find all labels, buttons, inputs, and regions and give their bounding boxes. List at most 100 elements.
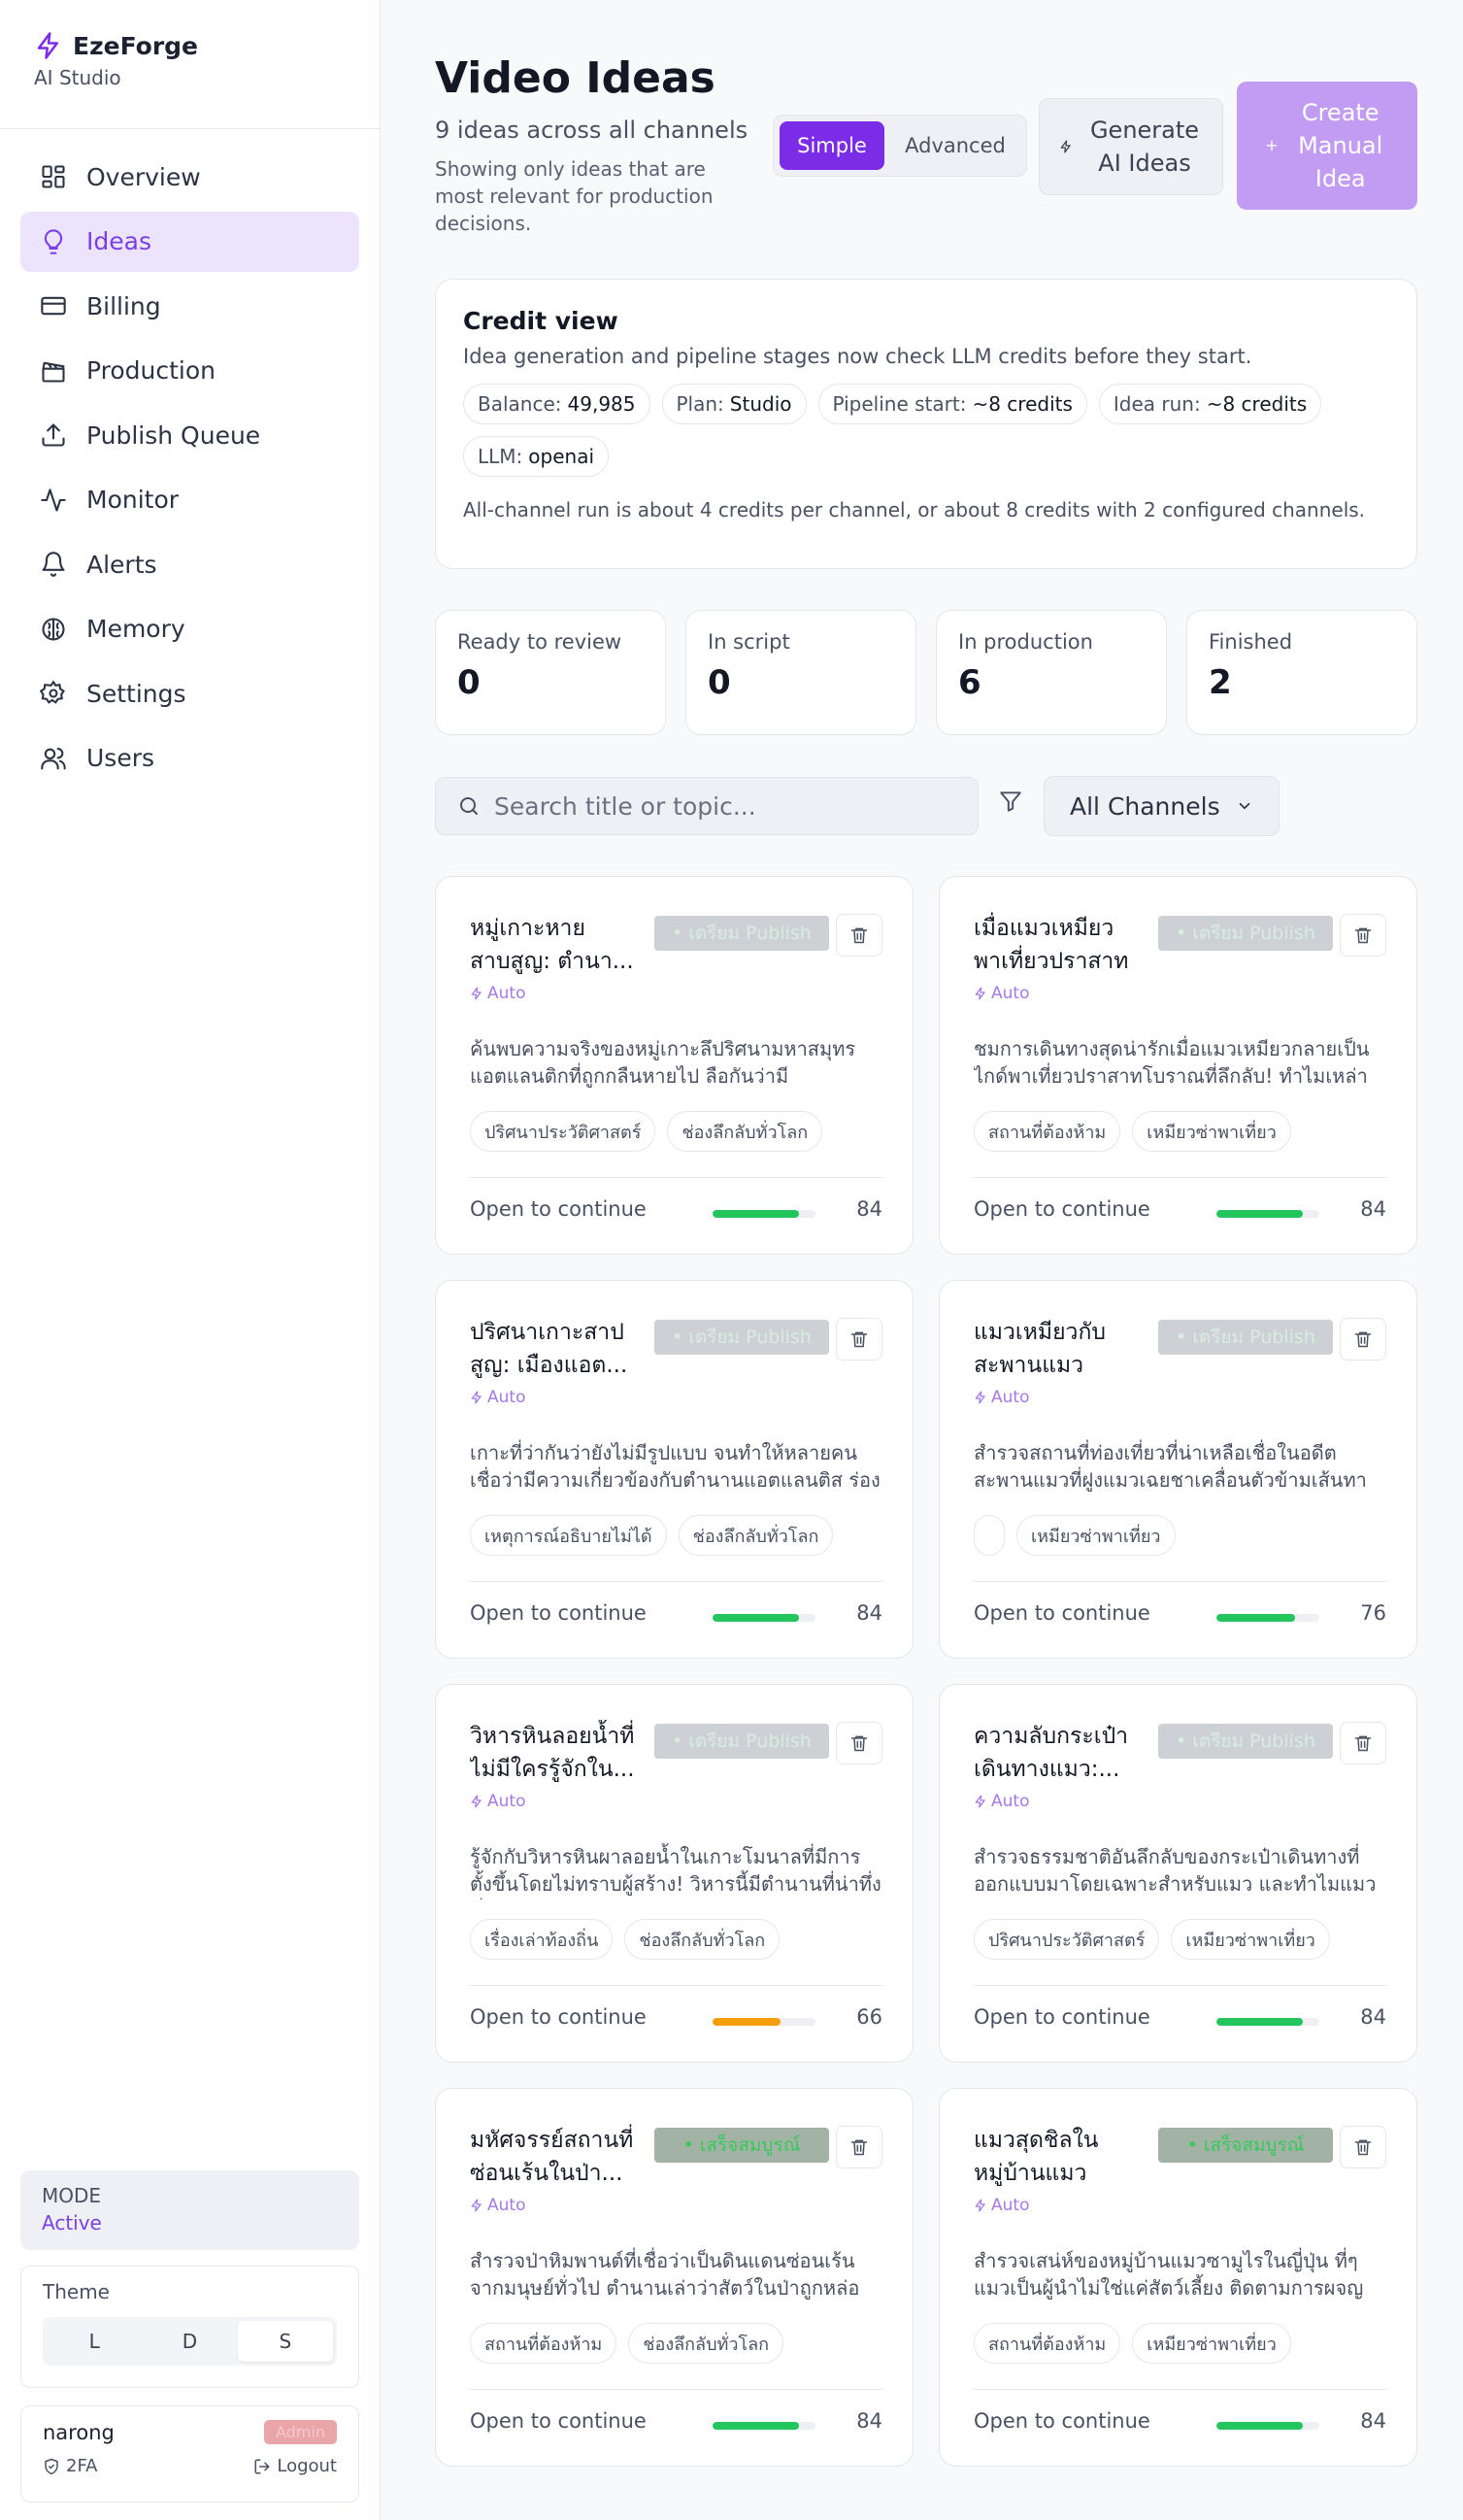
idea-description: สำรวจธรรมชาติอันลึกลับของกระเป๋าเดินทางท… (974, 1845, 1377, 1896)
sidebar-item-users[interactable]: Users (20, 728, 359, 789)
idea-card[interactable]: ความลับกระเป๋าเดินทางแมว:... • เตรียม Pu… (939, 1684, 1417, 2063)
topic-tag[interactable]: ช่องลึกลับทั่วโลก (678, 1515, 834, 1556)
open-to-continue-link[interactable]: Open to continue (974, 2005, 1150, 2029)
tag-list: เหมียวซ่าพาเที่ยว (974, 1515, 1176, 1556)
topic-tag[interactable]: เรื่องเล่าท้องถิ่น (470, 1919, 614, 1960)
llm-chip: LLM: openai (463, 436, 610, 477)
sidebar-item-memory[interactable]: Memory (20, 599, 359, 659)
idea-card[interactable]: หมู่เกาะหาย สาบสูญ: ตำนา... • เตรียม Pub… (435, 876, 914, 1255)
simple-mode-button[interactable]: Simple (780, 121, 884, 170)
sidebar-item-ideas[interactable]: Ideas (20, 211, 359, 272)
open-to-continue-link[interactable]: Open to continue (974, 2409, 1150, 2433)
shield-check-icon (45, 2458, 58, 2474)
chip-value: 49,985 (567, 392, 636, 416)
page-title: Video Ideas (435, 53, 715, 103)
generate-ai-ideas-button[interactable]: Generate AI Ideas (1039, 98, 1223, 195)
topic-tag[interactable]: สถานที่ต้องห้าม (974, 2323, 1121, 2364)
topic-tag[interactable]: เหมียวซ่าพาเที่ยว (1132, 2323, 1291, 2364)
search-placeholder: Search title or topic... (494, 791, 756, 821)
auto-label: Auto (470, 1388, 525, 1407)
idea-card[interactable]: วิหารหินลอยน้ำที่ไม่มีใครรู้จักใน... • เ… (435, 1684, 914, 2063)
topic-tag[interactable] (974, 1515, 1005, 1556)
sidebar-item-alerts[interactable]: Alerts (20, 534, 359, 594)
topic-tag[interactable]: ช่องลึกลับทั่วโลก (628, 2323, 784, 2364)
twofa-label: 2FA (66, 2456, 98, 2476)
sidebar-item-label: Overview (86, 162, 201, 191)
status-badge: • เตรียม Publish (1158, 1320, 1333, 1355)
grid-icon (42, 165, 65, 188)
delete-button[interactable] (836, 1318, 882, 1361)
open-to-continue-link[interactable]: Open to continue (974, 1197, 1150, 1221)
delete-button[interactable] (1340, 2126, 1386, 2168)
open-to-continue-link[interactable]: Open to continue (470, 1197, 647, 1221)
idea-card[interactable]: เมื่อแมวเหมียวพาเที่ยวปราสาทม... • เตรีย… (939, 876, 1417, 1255)
idea-card[interactable]: แมวเหมียวกับสะพานแมวแห่ง... • เตรียม Pub… (939, 1280, 1417, 1659)
delete-button[interactable] (836, 914, 882, 957)
open-to-continue-link[interactable]: Open to continue (470, 1601, 647, 1625)
sidebar-item-overview[interactable]: Overview (20, 147, 359, 207)
topic-tag[interactable]: สถานที่ต้องห้าม (974, 1111, 1121, 1152)
credit-view-panel: Credit view Idea generation and pipeline… (435, 279, 1417, 569)
lightning-icon (471, 2199, 482, 2212)
open-to-continue-link[interactable]: Open to continue (974, 1601, 1150, 1625)
tag-list: สถานที่ต้องห้าม ช่องลึกลับทั่วโลก (470, 2323, 784, 2364)
idea-description: รู้จักกับวิหารหินผาลอยน้ำในเกาะโมนาลที่ม… (470, 1845, 881, 1896)
chip-value: openai (528, 445, 595, 468)
brand-name: EzeForge (73, 31, 199, 60)
topic-tag[interactable]: ปริศนาประวัติศาสตร์ (974, 1919, 1160, 1960)
topic-tag[interactable]: ช่องลึกลับทั่วโลก (667, 1111, 823, 1152)
sidebar-item-settings[interactable]: Settings (20, 663, 359, 723)
theme-option-system[interactable]: S (237, 2321, 333, 2362)
chip-value: ~8 credits (972, 392, 1073, 416)
delete-button[interactable] (836, 1722, 882, 1764)
credit-chips: Balance: 49,985 Plan: Studio Pipeline star… (463, 384, 1356, 477)
tag-list: ปริศนาประวัติศาสตร์ เหมียวซ่าพาเที่ยว (974, 1919, 1330, 1960)
credit-title: Credit view (463, 307, 618, 335)
brain-icon (42, 617, 65, 641)
logout-button[interactable]: Logout (253, 2456, 337, 2476)
topic-tag[interactable]: เหมียวซ่าพาเที่ยว (1132, 1111, 1291, 1152)
card-footer: Open to continue 84 (470, 1581, 882, 1625)
sidebar-item-label: Monitor (86, 486, 180, 514)
lightning-icon (471, 1795, 482, 1808)
open-to-continue-link[interactable]: Open to continue (470, 2409, 647, 2433)
score-bar (713, 2422, 815, 2430)
open-to-continue-link[interactable]: Open to continue (470, 2005, 647, 2029)
logout-icon (254, 2459, 270, 2473)
brand: EzeForge AI Studio (0, 0, 380, 129)
topic-tag[interactable]: เหมียวซ่าพาเที่ยว (1171, 1919, 1330, 1960)
idea-card[interactable]: แมวสุดชิลในหมู่บ้านแมวซามูไรญี่ปุ่น • เส… (939, 2088, 1417, 2467)
topic-tag[interactable]: ปริศนาประวัติศาสตร์ (470, 1111, 656, 1152)
theme-option-dark[interactable]: D (142, 2321, 237, 2362)
advanced-mode-button[interactable]: Advanced (890, 121, 1020, 170)
sidebar-item-production[interactable]: Production (20, 341, 359, 401)
auto-label: Auto (470, 2196, 525, 2215)
delete-button[interactable] (836, 2126, 882, 2168)
topic-tag[interactable]: สถานที่ต้องห้าม (470, 2323, 617, 2364)
auto-text: Auto (487, 984, 526, 1003)
score-bar (1216, 1210, 1319, 1218)
search-input[interactable]: Search title or topic... (435, 777, 979, 835)
sidebar-item-publish-queue[interactable]: Publish Queue (20, 405, 359, 465)
delete-button[interactable] (1340, 1318, 1386, 1361)
idea-card[interactable]: มหัศจรรย์สถานที่ซ่อนเร้นในป่า... • เสร็จ… (435, 2088, 914, 2467)
tag-list: สถานที่ต้องห้าม เหมียวซ่าพาเที่ยว (974, 2323, 1291, 2364)
lightning-icon (37, 32, 58, 59)
sidebar-item-monitor[interactable]: Monitor (20, 470, 359, 530)
logout-label: Logout (277, 2456, 337, 2476)
delete-button[interactable] (1340, 914, 1386, 957)
filter-icon[interactable] (998, 789, 1023, 814)
channel-select[interactable]: All Channels (1044, 776, 1280, 836)
idea-card[interactable]: ปริศนาเกาะสาปสูญ: เมืองแอต... • เตรียม P… (435, 1280, 914, 1659)
topic-tag[interactable]: ช่องลึกลับทั่วโลก (624, 1919, 781, 1960)
topic-tag[interactable]: เหมียวซ่าพาเที่ยว (1016, 1515, 1176, 1556)
theme-option-light[interactable]: L (47, 2321, 142, 2362)
status-badge: • เตรียม Publish (654, 916, 829, 951)
delete-button[interactable] (1340, 1722, 1386, 1764)
sidebar: EzeForge AI Studio Overview Ideas Billin… (0, 0, 381, 2520)
sidebar-item-label: Billing (86, 291, 161, 320)
sidebar-item-billing[interactable]: Billing (20, 276, 359, 336)
mode-value: Active (42, 2211, 102, 2234)
topic-tag[interactable]: เหตุการณ์อธิบายไม่ได้ (470, 1515, 667, 1556)
create-manual-idea-button[interactable]: + Create Manual Idea (1237, 82, 1417, 210)
